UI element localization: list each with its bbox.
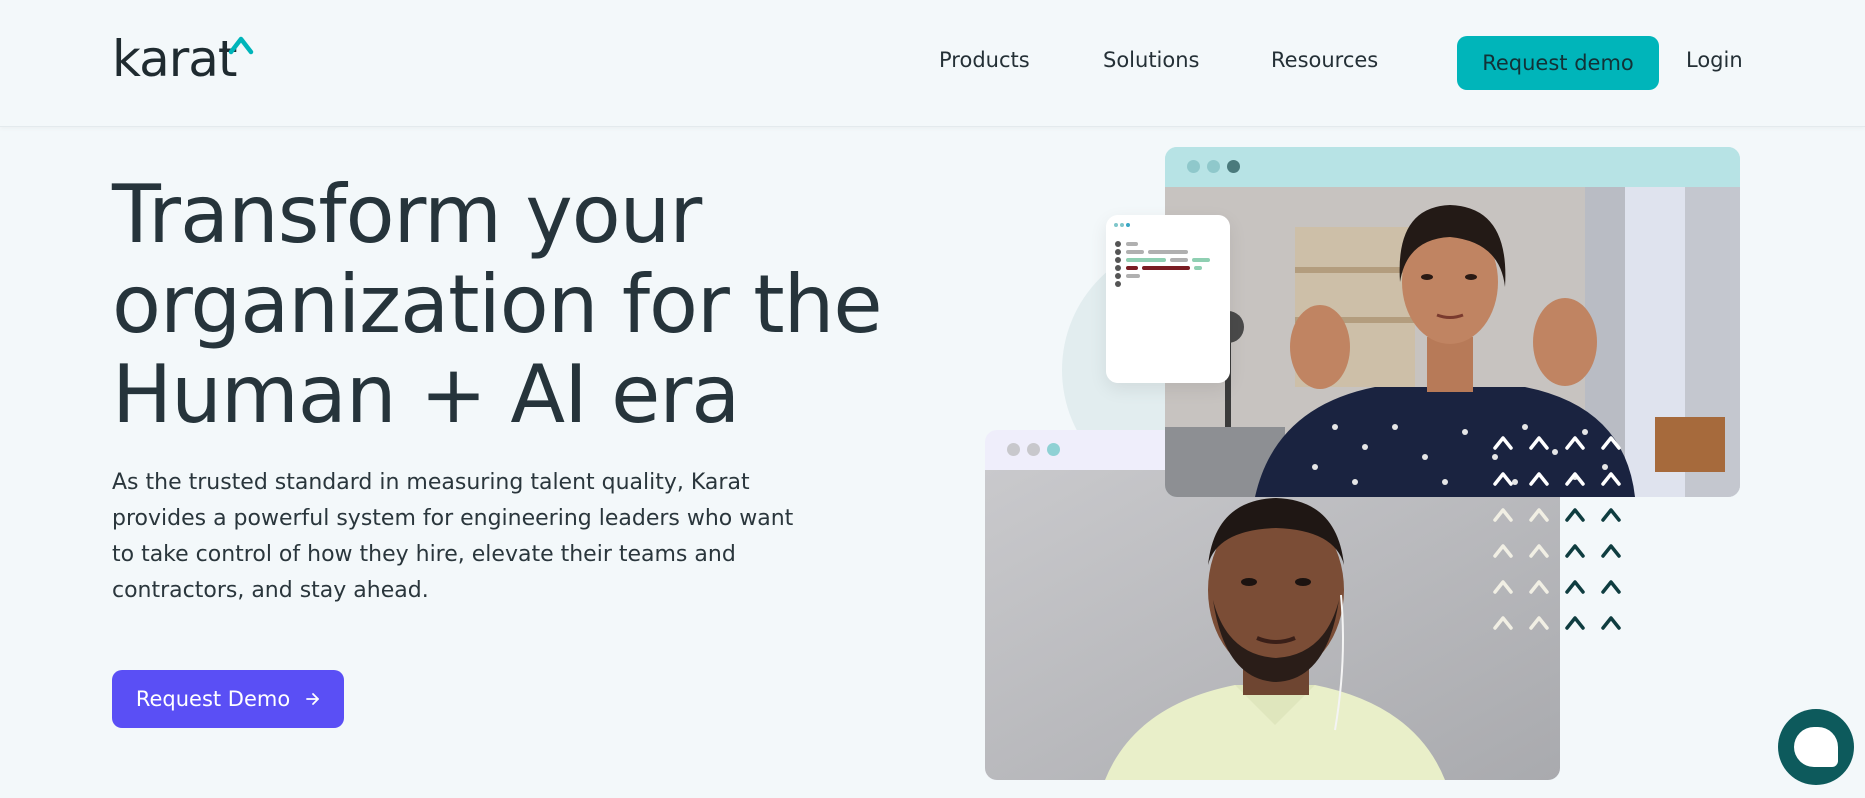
caret-pattern-decoration — [1493, 436, 1621, 630]
chat-bubble-icon — [1794, 727, 1838, 767]
nav-products[interactable]: Products — [939, 48, 1030, 72]
hero-title: Transform your organization for the Huma… — [112, 170, 932, 440]
candidate-video-image — [985, 470, 1560, 780]
hero-title-line-2: organization for the — [112, 258, 883, 351]
nav-solutions[interactable]: Solutions — [1103, 48, 1200, 72]
site-header: karat Products Solutions Resources Reque… — [0, 0, 1865, 127]
code-editor-card — [1106, 215, 1230, 383]
arrow-right-icon — [306, 693, 320, 705]
nav-resources[interactable]: Resources — [1271, 48, 1378, 72]
window-title-bar — [1165, 147, 1740, 187]
hero-description: As the trusted standard in measuring tal… — [112, 470, 794, 603]
hero-request-demo-label: Request Demo — [135, 687, 291, 711]
request-demo-button[interactable]: Request demo — [1457, 36, 1659, 90]
hero-title-line-3: Human + AI era — [112, 348, 740, 441]
logo-text: karat — [112, 30, 238, 88]
login-link[interactable]: Login — [1686, 48, 1743, 72]
interviewer-video-image — [1165, 187, 1740, 497]
window-dots — [1187, 160, 1240, 173]
karat-logo[interactable]: karat — [112, 30, 254, 88]
video-window-interviewer — [1165, 147, 1740, 497]
hero-request-demo-button[interactable]: Request Demo — [112, 670, 344, 728]
chat-widget-button[interactable] — [1778, 709, 1854, 785]
window-dots — [1007, 443, 1060, 456]
caret-up-icon — [228, 36, 254, 55]
hero-title-line-1: Transform your — [112, 168, 702, 261]
